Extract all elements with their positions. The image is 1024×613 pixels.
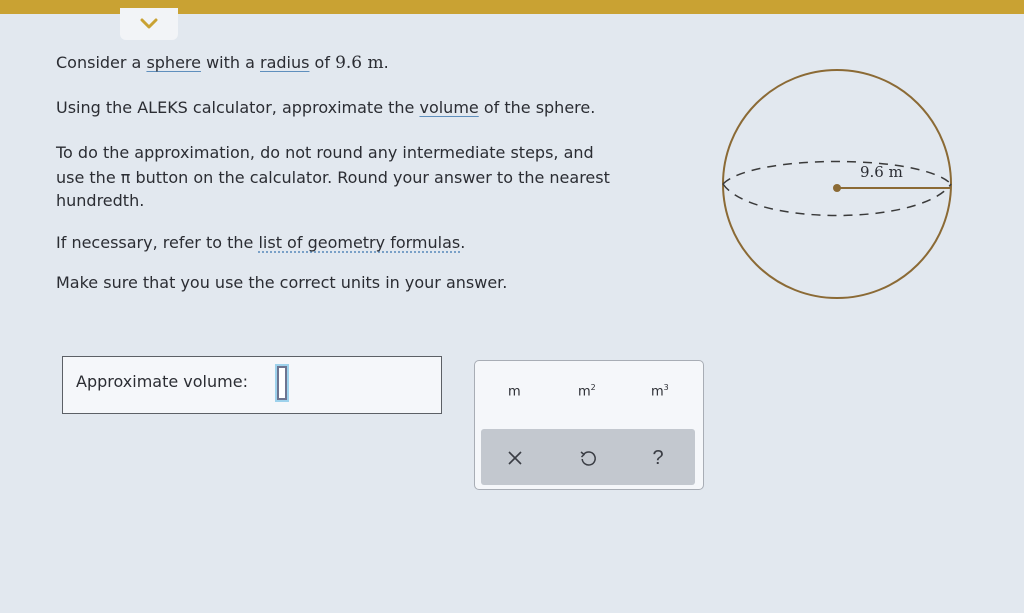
question-line-2: Using the ALEKS calculator, approximate … bbox=[56, 95, 595, 120]
volume-input[interactable] bbox=[275, 364, 289, 402]
question-text: of bbox=[309, 53, 336, 72]
question-text: with a bbox=[200, 53, 260, 72]
volume-link[interactable]: volume bbox=[419, 98, 478, 117]
unit-m-button[interactable]: m bbox=[508, 383, 521, 399]
action-bar: ? bbox=[481, 429, 695, 485]
chevron-down-icon bbox=[140, 18, 158, 29]
undo-button[interactable] bbox=[574, 444, 602, 472]
question-line-1: Consider a sphere with a radius of 9.6 m… bbox=[56, 50, 389, 76]
undo-icon bbox=[580, 451, 596, 466]
question-text: If necessary, refer to the bbox=[56, 233, 259, 252]
unit-base: m bbox=[578, 384, 591, 400]
question-text: Using the ALEKS calculator, approximate … bbox=[56, 98, 420, 117]
unit-m2-button[interactable]: m2 bbox=[578, 383, 596, 399]
instruction-line-2: use the π button on the calculator. Roun… bbox=[56, 168, 610, 187]
answer-box: Approximate volume: bbox=[62, 356, 442, 414]
instruction-line-3: hundredth. bbox=[56, 191, 145, 210]
question-text: of the sphere. bbox=[478, 98, 596, 117]
geometry-formulas-link[interactable]: list of geometry formulas bbox=[258, 233, 460, 252]
unit-exponent: 3 bbox=[663, 383, 669, 392]
radius-value: 9.6 m bbox=[335, 53, 384, 73]
help-icon: ? bbox=[652, 446, 664, 469]
instruction-line-1: To do the approximation, do not round an… bbox=[56, 143, 594, 162]
question-text: . bbox=[460, 233, 466, 252]
collapse-toggle[interactable] bbox=[120, 8, 178, 40]
unit-base: m bbox=[651, 384, 664, 400]
answer-label: Approximate volume: bbox=[76, 372, 248, 391]
sphere-figure: 9.6 m bbox=[722, 69, 952, 299]
unit-base: m bbox=[508, 384, 521, 400]
close-icon bbox=[508, 451, 522, 465]
radius-link[interactable]: radius bbox=[260, 53, 309, 72]
equator-back bbox=[722, 160, 952, 185]
center-dot bbox=[833, 184, 841, 192]
help-button[interactable]: ? bbox=[644, 444, 672, 472]
unit-m3-button[interactable]: m3 bbox=[651, 383, 669, 399]
units-instruction: Make sure that you use the correct units… bbox=[56, 273, 508, 292]
question-line-4: If necessary, refer to the list of geome… bbox=[56, 230, 465, 255]
radius-label: 9.6 m bbox=[860, 163, 903, 181]
clear-button[interactable] bbox=[501, 444, 529, 472]
unit-exponent: 2 bbox=[590, 383, 596, 392]
sphere-link[interactable]: sphere bbox=[146, 53, 201, 72]
answer-tools-panel: m m2 m3 ? bbox=[474, 360, 704, 490]
question-text: Consider a bbox=[56, 53, 147, 72]
question-text: . bbox=[383, 53, 389, 72]
